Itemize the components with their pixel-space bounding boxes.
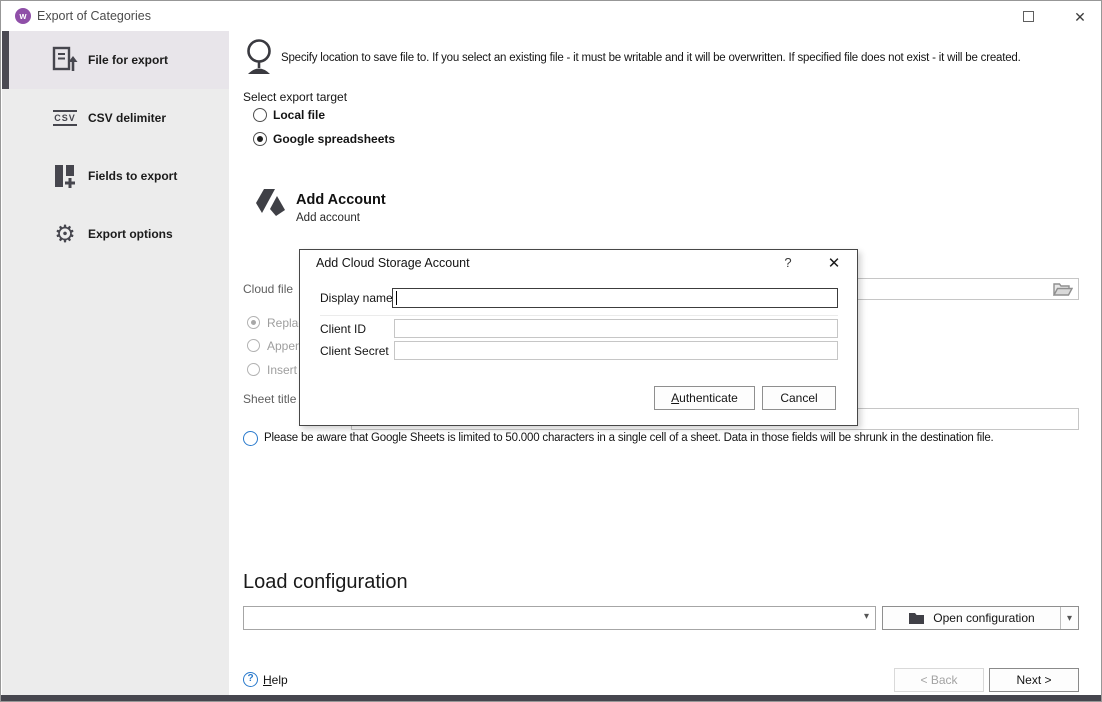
dialog-title: Add Cloud Storage Account xyxy=(316,256,470,270)
folder-icon xyxy=(908,611,925,625)
title-bar: w Export of Categories ✕ xyxy=(1,1,1101,31)
display-name-input[interactable] xyxy=(392,288,838,308)
window-bottom-strip xyxy=(1,695,1102,702)
instruction-text: Specify location to save file to. If you… xyxy=(281,39,1021,77)
next-button[interactable]: Next > xyxy=(989,668,1079,692)
add-account-title[interactable]: Add Account xyxy=(296,192,386,208)
sidebar-item-file-for-export[interactable]: File for export xyxy=(2,31,229,89)
sidebar-item-label: CSV delimiter xyxy=(88,111,166,125)
chevron-down-icon: ▾ xyxy=(864,611,869,622)
client-id-label: Client ID xyxy=(320,322,366,336)
sidebar-item-export-options[interactable]: ⚙ Export options xyxy=(2,205,229,263)
csv-icon: CSV xyxy=(48,101,82,135)
gear-icon: ⚙ xyxy=(48,217,82,251)
insert-radio xyxy=(247,363,260,376)
sidebar-item-csv-delimiter[interactable]: CSV CSV delimiter xyxy=(2,89,229,147)
app-logo-icon: w xyxy=(15,8,31,24)
wizard-sidebar: File for export CSV CSV delimiter Fields… xyxy=(2,31,229,695)
append-radio-label: Appen xyxy=(267,339,302,353)
file-export-icon xyxy=(48,43,82,77)
insert-radio-label: Insert xyxy=(267,363,297,377)
replace-radio xyxy=(247,316,260,329)
append-radio xyxy=(247,339,260,352)
help-link[interactable]: Help xyxy=(263,673,288,687)
app-window: w Export of Categories ✕ File for export… xyxy=(0,0,1102,702)
add-cloud-storage-account-dialog: Add Cloud Storage Account ? ✕ Display na… xyxy=(299,249,858,426)
selected-indicator-bar xyxy=(2,31,9,89)
sidebar-item-label: Export options xyxy=(88,227,173,241)
configuration-combobox[interactable]: ▾ xyxy=(243,606,876,630)
load-configuration-title: Load configuration xyxy=(243,571,408,594)
authenticate-button[interactable]: Authenticate xyxy=(654,386,755,410)
save-location-icon xyxy=(243,37,275,82)
google-drive-icon[interactable] xyxy=(251,187,287,224)
maximize-button[interactable] xyxy=(1023,11,1034,22)
sidebar-item-fields-to-export[interactable]: Fields to export xyxy=(2,147,229,205)
open-configuration-dropdown-arrow[interactable]: ▾ xyxy=(1060,607,1078,629)
sheet-title-label: Sheet title xyxy=(243,392,296,406)
google-spreadsheets-radio[interactable] xyxy=(253,132,267,146)
browse-cloud-file-folder-icon[interactable] xyxy=(1053,282,1073,302)
local-file-radio[interactable] xyxy=(253,108,267,122)
local-file-radio-label[interactable]: Local file xyxy=(273,108,325,122)
help-icon[interactable]: ? xyxy=(243,672,258,687)
cloud-file-label: Cloud file xyxy=(243,282,293,296)
window-title: Export of Categories xyxy=(37,1,151,31)
client-id-input[interactable] xyxy=(394,319,838,338)
dialog-help-icon[interactable]: ? xyxy=(780,255,796,273)
dialog-divider xyxy=(320,315,838,316)
close-window-button[interactable]: ✕ xyxy=(1071,8,1089,26)
open-configuration-split-button: Open configuration ▾ xyxy=(882,606,1079,630)
text-caret xyxy=(396,291,397,305)
select-export-target-label: Select export target xyxy=(243,90,347,104)
sidebar-item-label: File for export xyxy=(88,53,168,67)
client-secret-label: Client Secret xyxy=(320,344,389,358)
google-spreadsheets-radio-label[interactable]: Google spreadsheets xyxy=(273,132,395,146)
info-icon xyxy=(243,431,258,446)
cancel-button[interactable]: Cancel xyxy=(762,386,836,410)
open-configuration-button[interactable]: Open configuration xyxy=(883,607,1060,629)
dialog-close-icon[interactable]: ✕ xyxy=(824,254,844,274)
display-name-label: Display name xyxy=(320,291,393,305)
back-button: < Back xyxy=(894,668,984,692)
info-note-text: Please be aware that Google Sheets is li… xyxy=(264,432,994,444)
client-secret-input[interactable] xyxy=(394,341,838,360)
sidebar-item-label: Fields to export xyxy=(88,169,177,183)
add-account-subtitle: Add account xyxy=(296,212,360,224)
fields-columns-icon xyxy=(48,159,82,193)
